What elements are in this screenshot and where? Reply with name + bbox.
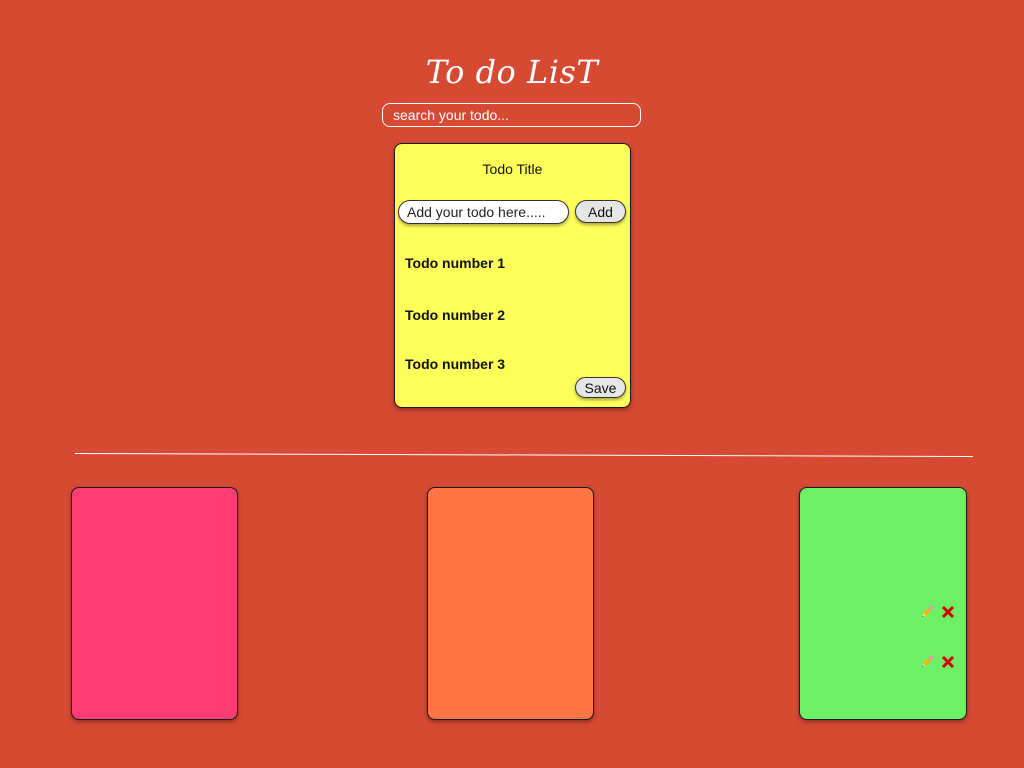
search-input[interactable] — [382, 103, 641, 127]
todo-editor-card: Todo Title Add Todo number 1 Todo number… — [394, 143, 631, 408]
app-root: { "app": { "title": "To do LisT" }, "sea… — [0, 0, 1024, 768]
note-item — [919, 654, 956, 670]
pencil-icon[interactable] — [919, 654, 935, 670]
note-card-pink[interactable] — [71, 487, 238, 720]
editor-title: Todo Title — [482, 161, 543, 177]
save-button[interactable]: Save — [575, 377, 626, 398]
todo-item: Todo number 3 — [405, 356, 506, 372]
close-icon[interactable] — [940, 654, 956, 670]
note-card-orange[interactable] — [427, 487, 594, 720]
note-item — [919, 604, 956, 620]
section-divider — [74, 453, 973, 457]
pencil-icon[interactable] — [919, 604, 935, 620]
todo-item: Todo number 2 — [405, 307, 506, 323]
close-icon[interactable] — [940, 604, 956, 620]
note-card-green[interactable] — [799, 487, 967, 720]
add-button[interactable]: Add — [575, 200, 626, 223]
todo-item: Todo number 1 — [405, 255, 506, 271]
add-todo-input[interactable] — [398, 200, 569, 224]
app-title: To do LisT — [425, 53, 599, 91]
